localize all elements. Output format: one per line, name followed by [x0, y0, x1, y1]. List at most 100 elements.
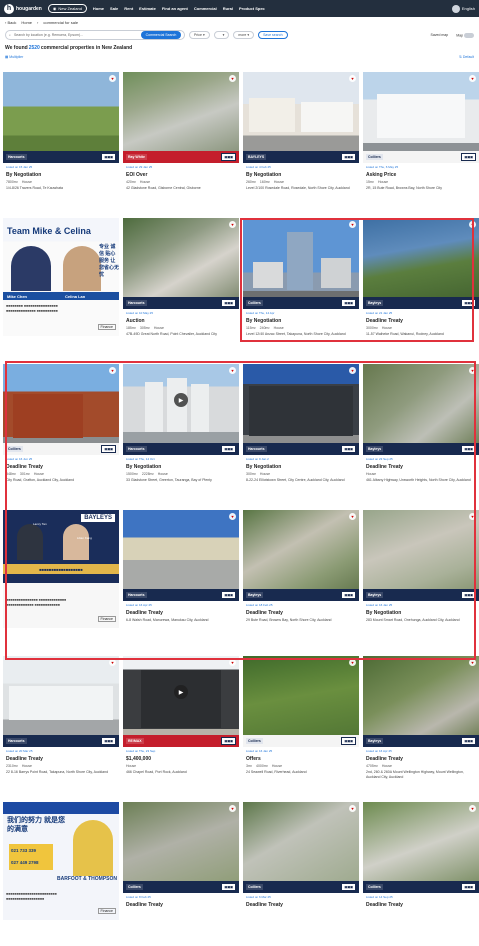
view-details-button[interactable]: ▣▣▣	[341, 883, 356, 891]
favorite-icon[interactable]: ♥	[469, 659, 476, 666]
listing-photo[interactable]: ♥ Harcourts ▣▣▣	[3, 72, 119, 163]
view-details-button[interactable]: ▣▣▣	[221, 153, 236, 161]
price-filter[interactable]: Price ▾	[189, 31, 210, 39]
nav-item-home[interactable]: Home	[93, 6, 104, 11]
listing-card[interactable]: ♥ Harcourts ▣▣▣ Listed on 10 May 25 Auction 1…	[123, 218, 239, 362]
view-details-button[interactable]: ▣▣▣	[221, 591, 236, 599]
favorite-icon[interactable]: ♥	[109, 75, 116, 82]
save-search-button[interactable]: Save search	[258, 31, 288, 39]
more-filter[interactable]: more ▾	[233, 31, 255, 39]
listing-card[interactable]: ♥ Harcourts ▣▣▣ Listed on 20 Mar 25 Deadline…	[3, 656, 119, 800]
listing-photo[interactable]: ♥ Harcourts ▣▣▣	[3, 656, 119, 747]
listing-card[interactable]: Team Mike & Celina 专业 诚信 贴心服务 让您省心无忧 Mike …	[3, 218, 119, 362]
view-details-button[interactable]: ▣▣▣	[461, 299, 476, 307]
view-details-button[interactable]: ▣▣▣	[461, 153, 476, 161]
multiplier-link[interactable]: ▦ Multiplier	[5, 55, 23, 59]
favorite-icon[interactable]: ♥	[469, 805, 476, 812]
listing-card[interactable]: ♥ Harcourts ▣▣▣ Listed on 16 Apr 25 Deadline…	[123, 510, 239, 654]
listing-address[interactable]: City Road, Grafton, Auckland City, Auckl…	[6, 478, 116, 483]
listing-card[interactable]: ♥ Bayleys ▣▣▣ Listed on 23 Sep 25 Deadline T…	[363, 364, 479, 508]
listing-card[interactable]: 我们的努力 就是您的满意 021 733 339 027 449 2798 BARFO…	[3, 802, 119, 946]
listing-address[interactable]: 22 8-16 Barrys Point Road, Takapuna, Nor…	[6, 770, 116, 775]
listing-address[interactable]: 6-8 Walsh Road, Manurewa, Manukau City, …	[126, 618, 236, 623]
saved-map-toggle[interactable]: Saved map	[430, 33, 448, 38]
nav-item-find-agent[interactable]: Find an agent	[162, 6, 188, 11]
listing-card[interactable]: ♥ Harcourts ▣▣▣ Listed on 15 Jan 25 By Negot…	[3, 72, 119, 216]
listing-photo[interactable]: ♥ Harcourts ▣▣▣	[123, 218, 239, 309]
finance-button[interactable]: Finance	[97, 324, 116, 330]
listing-address[interactable]: 42 Gladstone Road, Gisborne Central, Gis…	[126, 186, 236, 191]
listing-address[interactable]: Level 2/100 Rosedale Road, Rosedale, Nor…	[246, 186, 356, 191]
nav-item-rent[interactable]: Rent	[124, 6, 133, 11]
brand[interactable]: h hougarden	[4, 3, 42, 14]
view-details-button[interactable]: ▣▣▣	[341, 153, 356, 161]
listing-address[interactable]: 33 Gladstone Street, Greerton, Tauranga,…	[126, 478, 236, 483]
extra-filter[interactable]: ▾	[213, 31, 230, 39]
listing-photo[interactable]: ♥ Colliers ▣▣▣	[243, 802, 359, 893]
listing-address[interactable]: Level 12/40 Anzac Street, Takapuna, Nort…	[246, 332, 356, 337]
listing-photo[interactable]: ♥ Harcourts ▣▣▣	[123, 510, 239, 601]
listing-card[interactable]: ♥ ▶ RE/MAX ▣▣▣ Listed on Thu, 23 Sep $1,400,0…	[123, 656, 239, 800]
view-details-button[interactable]: ▣▣▣	[101, 737, 116, 745]
listing-card[interactable]: ♥ Ray White ▣▣▣ Listed on 29 Jan 25 EOI Over…	[123, 72, 239, 216]
view-details-button[interactable]: ▣▣▣	[461, 591, 476, 599]
view-details-button[interactable]: ▣▣▣	[221, 737, 236, 745]
favorite-icon[interactable]: ♥	[349, 221, 356, 228]
listing-card[interactable]: ♥ Colliers ▣▣▣ Listed on 14 Sep 25 Deadline …	[363, 802, 479, 946]
listing-card[interactable]: ♥ Bayleys ▣▣▣ Listed on 16 Jan 25 By Negotia…	[363, 510, 479, 654]
listing-photo[interactable]: ♥ Colliers ▣▣▣	[243, 656, 359, 747]
listing-card[interactable]: ♥ Harcourts ▣▣▣ Listed on 9 Jan 2 By Negotia…	[243, 364, 359, 508]
view-details-button[interactable]: ▣▣▣	[341, 737, 356, 745]
view-details-button[interactable]: ▣▣▣	[461, 883, 476, 891]
favorite-icon[interactable]: ♥	[229, 659, 236, 666]
nav-item-rural[interactable]: Rural	[223, 6, 233, 11]
listing-address[interactable]: 1/4-8/26 Travers Road, Te Kauwhata	[6, 186, 116, 191]
listing-card[interactable]: ♥ Colliers ▣▣▣ Listed on 16 Jan 25 Offers 3m²…	[243, 656, 359, 800]
favorite-icon[interactable]: ♥	[229, 221, 236, 228]
listing-card[interactable]: ♥ Bayleys ▣▣▣ Listed on 16 Apr 25 Deadline T…	[363, 656, 479, 800]
listing-card[interactable]: ♥ Bayleys ▣▣▣ Listed on 18 Feb 25 Deadline T…	[243, 510, 359, 654]
nav-item-commercial[interactable]: Commercial	[194, 6, 217, 11]
listing-address[interactable]: 461 Albany Highway, Unsworth Heights, No…	[366, 478, 476, 483]
sort-default[interactable]: ⇅ Default	[459, 55, 474, 59]
view-details-button[interactable]: ▣▣▣	[341, 591, 356, 599]
favorite-icon[interactable]: ♥	[229, 75, 236, 82]
back-link[interactable]: ‹ Back	[5, 20, 16, 25]
favorite-icon[interactable]: ♥	[229, 513, 236, 520]
favorite-icon[interactable]: ♥	[469, 367, 476, 374]
view-details-button[interactable]: ▣▣▣	[221, 445, 236, 453]
listing-card[interactable]: ♥ Colliers ▣▣▣ Listed on Thu, 14 Apr By Nego…	[243, 218, 359, 362]
listing-photo[interactable]: ♥ Colliers ▣▣▣	[3, 364, 119, 455]
view-details-button[interactable]: ▣▣▣	[101, 445, 116, 453]
finance-button[interactable]: Finance	[97, 908, 116, 914]
agent-promo-banner[interactable]: Team Mike & Celina 专业 诚信 贴心服务 让您省心无忧 Mike …	[3, 218, 119, 336]
listing-address[interactable]: 2R, 15 Bute Road, Browns Bay, North Shor…	[366, 186, 476, 191]
view-details-button[interactable]: ▣▣▣	[221, 299, 236, 307]
finance-button[interactable]: Finance	[97, 616, 116, 622]
listing-address[interactable]: 8-22-24 Elliotstown Street, City Centre,…	[246, 478, 356, 483]
favorite-icon[interactable]: ♥	[229, 367, 236, 374]
favorite-icon[interactable]: ♥	[349, 367, 356, 374]
listing-photo[interactable]: ♥ BAYLEYS ▣▣▣	[243, 72, 359, 163]
favorite-icon[interactable]: ♥	[349, 75, 356, 82]
listing-photo[interactable]: ♥ Colliers ▣▣▣	[123, 802, 239, 893]
favorite-icon[interactable]: ♥	[469, 221, 476, 228]
listing-address[interactable]: 24 Seawell Road, Riverhead, Auckland	[246, 770, 356, 775]
listing-photo[interactable]: ♥ Harcourts ▣▣▣	[243, 364, 359, 455]
favorite-icon[interactable]: ♥	[109, 659, 116, 666]
listing-address[interactable]: 466 Chapel Road, Port Rock, Auckland	[126, 770, 236, 775]
listing-address[interactable]: 2nd, 260 & 260A Mount Wellington Highway…	[366, 770, 476, 779]
listing-card[interactable]: ♥ BAYLEYS ▣▣▣ Listed on 4 Feb 25 By Negotiat…	[243, 72, 359, 216]
view-details-button[interactable]: ▣▣▣	[341, 445, 356, 453]
listing-photo[interactable]: ♥ Ray White ▣▣▣	[123, 72, 239, 163]
view-details-button[interactable]: ▣▣▣	[461, 737, 476, 745]
listing-address[interactable]: 29 Bute Road, Browns Bay, North Shore Ci…	[246, 618, 356, 623]
listing-card[interactable]: ♥ Colliers ▣▣▣ Listed on Thu, 6 May 25 Askin…	[363, 72, 479, 216]
breadcrumb-home[interactable]: Home	[21, 20, 32, 25]
view-details-button[interactable]: ▣▣▣	[221, 883, 236, 891]
commercial-search-button[interactable]: Commercial Search	[141, 31, 181, 39]
listing-photo[interactable]: ♥ ▶ RE/MAX ▣▣▣	[123, 656, 239, 747]
listing-photo[interactable]: ♥ Colliers ▣▣▣	[363, 72, 479, 163]
favorite-icon[interactable]: ♥	[469, 75, 476, 82]
map-toggle[interactable]: Map	[456, 32, 474, 38]
